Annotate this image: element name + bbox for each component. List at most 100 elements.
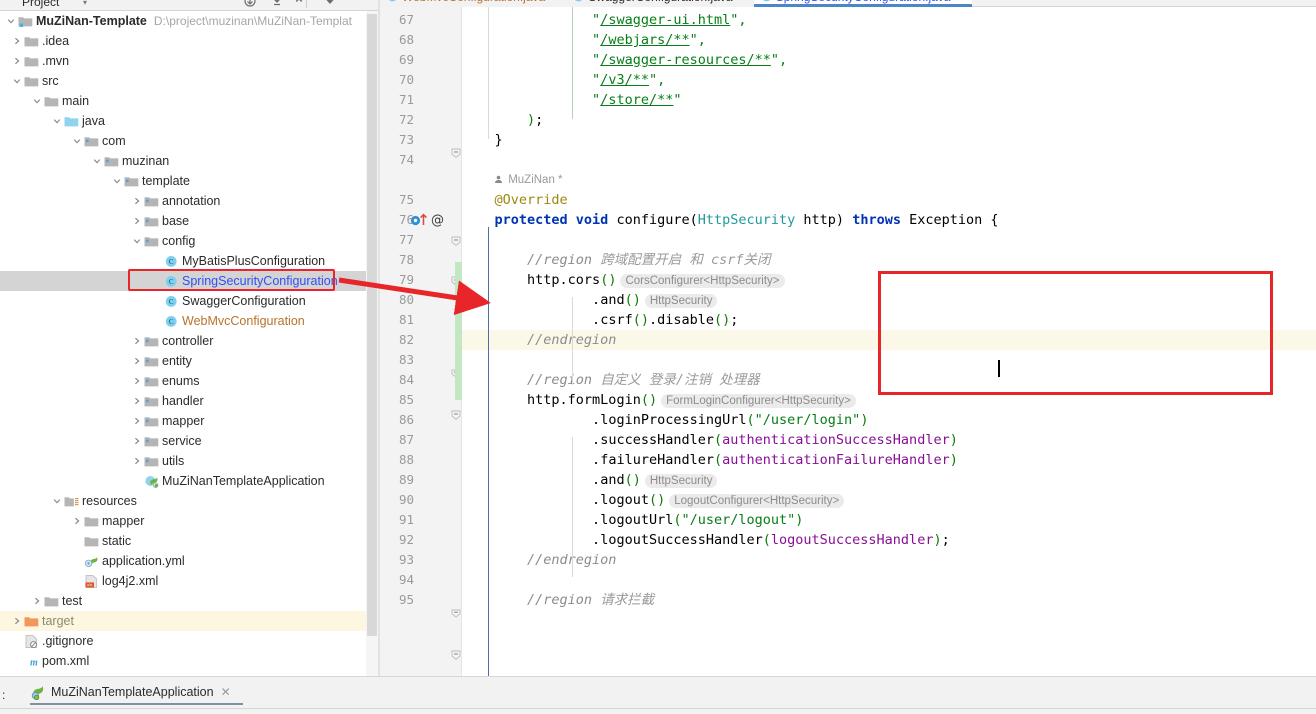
chevron-right-icon[interactable] — [12, 31, 23, 51]
chevron-down-icon[interactable]: ▾ — [83, 0, 87, 7]
tree-item-muzinan[interactable]: muzinan — [0, 151, 366, 171]
vcs-blame-author[interactable]: MuZiNan * — [494, 170, 563, 190]
chevron-right-icon[interactable] — [12, 611, 23, 631]
project-tree[interactable]: MuZiNan-Template D:\project\muzinan\MuZiN… — [0, 11, 366, 676]
close-icon[interactable]: ✕ — [739, 0, 748, 3]
code-line-84[interactable]: //region 自定义 登录/注销 处理器 — [462, 370, 760, 390]
code-line-72[interactable]: ); — [462, 110, 543, 130]
tree-item-mapper[interactable]: mapper — [0, 411, 366, 431]
editor-tab-webmvcconfiguration-java[interactable]: C WebMvcConfiguration.java ✕ — [380, 0, 567, 7]
code-line-95[interactable]: //region 请求拦截 — [462, 590, 654, 610]
chevron-right-icon[interactable] — [132, 451, 143, 471]
code-line-79[interactable]: http.cors() CorsConfigurer<HttpSecurity> — [462, 270, 785, 290]
code-line-91[interactable]: .logoutUrl("/user/logout") — [462, 510, 803, 530]
tree-item-entity[interactable]: entity — [0, 351, 366, 371]
tree-item-main[interactable]: main — [0, 91, 366, 111]
editor-gutter[interactable]: 67 68 69 70 71 72 73 74 75 76 77 78 79 80 81 82 83 84 85 86… — [380, 7, 462, 676]
tree-item-webmvcconfiguration[interactable]: C WebMvcConfiguration — [0, 311, 366, 331]
chevron-down-icon[interactable] — [52, 491, 63, 511]
tree-item-config[interactable]: config — [0, 231, 366, 251]
chevron-down-icon[interactable] — [12, 71, 23, 91]
tree-item-log4j2-xml[interactable]: <> log4j2.xml — [0, 571, 366, 591]
code-line-92[interactable]: .logoutSuccessHandler(logoutSuccessHandl… — [462, 530, 950, 550]
code-line-76[interactable]: protected void configure(HttpSecurity ht… — [462, 210, 999, 230]
tree-item-src[interactable]: src — [0, 71, 366, 91]
tree-item-idea[interactable]: .idea — [0, 31, 366, 51]
code-line-78[interactable]: //region 跨域配置开启 和 csrf关闭 — [462, 250, 770, 270]
tree-item-java[interactable]: java — [0, 111, 366, 131]
chevron-down-icon[interactable] — [6, 11, 17, 31]
chevron-right-icon[interactable] — [132, 211, 143, 231]
tree-item-target[interactable]: target — [0, 611, 366, 631]
chevron-right-icon[interactable] — [132, 431, 143, 451]
chevron-down-icon[interactable] — [32, 91, 43, 111]
tree-item-base[interactable]: base — [0, 211, 366, 231]
tree-item-handler[interactable]: handler — [0, 391, 366, 411]
code-line-88[interactable]: .failureHandler(authenticationFailureHan… — [462, 450, 958, 470]
code-line-87[interactable]: .successHandler(authenticationSuccessHan… — [462, 430, 958, 450]
chevron-right-icon[interactable] — [132, 371, 143, 391]
override-arrow-icon[interactable] — [419, 212, 428, 232]
code-line-93[interactable]: //endregion — [462, 550, 616, 570]
tree-item-annotation[interactable]: annotation — [0, 191, 366, 211]
run-tab-muzinan-template-application[interactable]: MuZiNanTemplateApplication ✕ — [30, 682, 231, 702]
code-line-85[interactable]: http.formLogin() FormLoginConfigurer<Http… — [462, 390, 856, 410]
tree-item-muzinantemplateapplication[interactable]: MuZiNanTemplateApplication — [0, 471, 366, 491]
tree-item-com[interactable]: com — [0, 131, 366, 151]
code-line-86[interactable]: .loginProcessingUrl("/user/login") — [462, 410, 868, 430]
chevron-down-icon[interactable] — [52, 111, 63, 131]
editor-tab-springsecurityconfiguration-java[interactable]: CSpringSecurityConfiguration.java✕ — [753, 0, 972, 7]
tree-item-application-yml[interactable]: application.yml — [0, 551, 366, 571]
tree-item-enums[interactable]: enums — [0, 371, 366, 391]
gutter-markers-line-76[interactable]: @ — [410, 210, 444, 230]
project-tree-scrollbar-thumb[interactable] — [367, 14, 377, 636]
chevron-right-icon[interactable] — [132, 391, 143, 411]
expand-all-icon[interactable] — [270, 0, 284, 8]
tree-item-springsecurityconfiguration[interactable]: C SpringSecurityConfiguration — [0, 271, 366, 291]
annotation-at-icon[interactable]: @ — [431, 213, 444, 228]
tree-item-static[interactable]: static — [0, 531, 366, 551]
chevron-right-icon[interactable] — [72, 511, 83, 531]
tree-item-resources[interactable]: resources — [0, 491, 366, 511]
tree-item-mybatisplusconfiguration[interactable]: C MyBatisPlusConfiguration — [0, 251, 366, 271]
vcs-change-marker-added[interactable] — [455, 262, 462, 400]
tree-item-swaggerconfiguration[interactable]: C SwaggerConfiguration — [0, 291, 366, 311]
code-line-90[interactable]: .logout() LogoutConfigurer<HttpSecurity> — [462, 490, 845, 510]
tree-item-pom-xml[interactable]: m pom.xml — [0, 651, 366, 671]
chevron-down-icon[interactable] — [92, 151, 103, 171]
code-content[interactable]: "/swagger-ui.html", "/webjars/**", "/swa… — [462, 7, 1316, 676]
tree-item-utils[interactable]: utils — [0, 451, 366, 471]
chevron-right-icon[interactable] — [32, 591, 43, 611]
chevron-down-icon[interactable] — [112, 171, 123, 191]
settings-icon[interactable] — [323, 0, 337, 8]
code-line-73[interactable]: } — [462, 130, 503, 150]
chevron-down-icon[interactable] — [132, 231, 143, 251]
code-line-89[interactable]: .and() HttpSecurity — [462, 470, 718, 490]
scroll-up-icon[interactable] — [292, 0, 306, 8]
editor-tab-swaggerconfiguration-java[interactable]: C SwaggerConfiguration.java ✕ — [566, 0, 754, 7]
code-line-80[interactable]: .and() HttpSecurity — [462, 290, 718, 310]
chevron-right-icon[interactable] — [132, 191, 143, 211]
code-line-68[interactable]: "/webjars/**", — [462, 30, 706, 50]
chevron-right-icon[interactable] — [132, 351, 143, 371]
tree-item-mvn[interactable]: .mvn — [0, 51, 366, 71]
close-icon[interactable]: ✕ — [221, 685, 231, 699]
chevron-right-icon[interactable] — [132, 331, 143, 351]
collapse-all-icon[interactable] — [243, 0, 257, 8]
tree-item-test[interactable]: test — [0, 591, 366, 611]
code-line-67[interactable]: "/swagger-ui.html", — [462, 10, 746, 30]
code-line-82[interactable]: //endregion — [462, 330, 1316, 350]
chevron-down-icon[interactable] — [72, 131, 83, 151]
code-line-70[interactable]: "/v3/**", — [462, 70, 665, 90]
tree-item-template[interactable]: template — [0, 171, 366, 191]
code-line-75[interactable]: @Override — [462, 190, 568, 210]
tree-item-controller[interactable]: controller — [0, 331, 366, 351]
tree-item-mapper[interactable]: mapper — [0, 511, 366, 531]
tree-item-gitignore[interactable]: .gitignore — [0, 631, 366, 651]
chevron-right-icon[interactable] — [12, 51, 23, 71]
code-line-69[interactable]: "/swagger-resources/**", — [462, 50, 787, 70]
tree-item-service[interactable]: service — [0, 431, 366, 451]
code-line-81[interactable]: .csrf().disable(); — [462, 310, 738, 330]
chevron-right-icon[interactable] — [132, 411, 143, 431]
close-icon[interactable]: ✕ — [551, 0, 560, 3]
